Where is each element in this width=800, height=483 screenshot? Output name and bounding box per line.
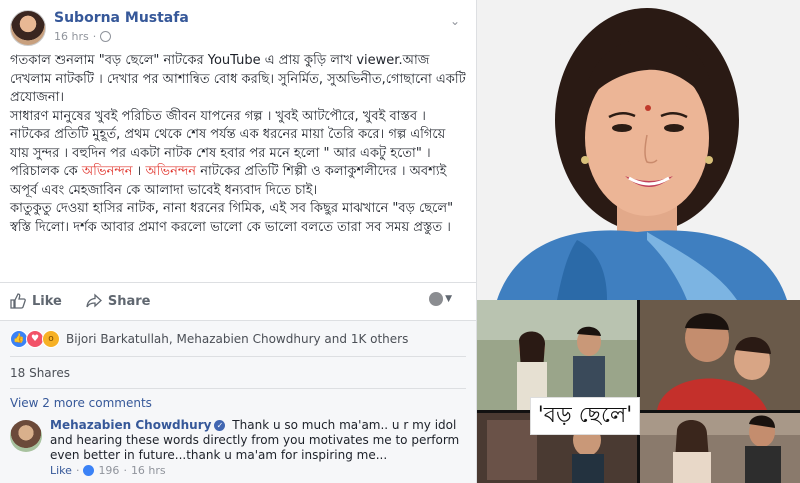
share-arrow-icon (86, 293, 102, 308)
author-avatar[interactable] (10, 10, 46, 46)
highlighted-text: অভিনন্দন (81, 164, 133, 179)
post-text-run: কাতুকুতু দেওয়া হাসির নাটক, নানা ধরনের গ… (10, 201, 454, 235)
divider (0, 320, 476, 321)
shares-count[interactable]: 18 Shares (10, 366, 70, 380)
portrait-photo (477, 0, 800, 300)
like-button[interactable]: Like (10, 293, 62, 309)
share-button[interactable]: Share (86, 293, 151, 309)
post-author-name[interactable]: Suborna Mustafa (54, 10, 189, 26)
post-text-run: গতকাল শুনলাম "বড় ছেলে" নাটকের YouTube এ… (10, 53, 466, 105)
thumbs-up-icon (10, 293, 26, 309)
post-header: Suborna Mustafa 16 hrs · ⌄ (10, 8, 470, 48)
wow-reaction-icon: o (42, 330, 60, 348)
comment-body: Mehazabien Chowdhury ✓ Thank u so much ma… (50, 418, 468, 463)
share-button-label: Share (107, 293, 151, 309)
divider (0, 282, 476, 283)
like-count-icon (83, 465, 95, 476)
reactions-names[interactable]: Bijori Barkatullah, Mehazabien Chowdhury… (66, 332, 408, 346)
comment-like-count: 196 (98, 464, 120, 477)
post-body-text: গতকাল শুনলাম "বড় ছেলে" নাটকের YouTube এ… (10, 52, 466, 237)
portrait-illustration (477, 0, 800, 300)
comment-author[interactable]: Mehazabien Chowdhury (50, 418, 211, 432)
user-mini-avatar (429, 292, 444, 306)
drama-stills-collage (477, 300, 800, 483)
verified-badge-icon: ✓ (214, 420, 226, 431)
divider (10, 356, 466, 357)
stills-illustration (477, 300, 800, 483)
post-paragraph: সাধারণ মানুষের খুবই পরিচিত জীবন যাপনের গ… (10, 108, 466, 164)
post-options-chevron-icon[interactable]: ⌄ (450, 14, 460, 28)
commenter-avatar[interactable] (10, 420, 42, 452)
comment: Mehazabien Chowdhury ✓ Thank u so much ma… (10, 418, 470, 480)
post-text-run: পরিচালক কে (10, 164, 82, 179)
post-text-run: । (132, 164, 146, 179)
chevron-down-icon: ▼ (445, 294, 452, 304)
divider (10, 388, 466, 389)
action-bar: Like Share ▼ (10, 286, 466, 316)
post-paragraph: কাতুকুতু দেওয়া হাসির নাটক, নানা ধরনের গ… (10, 200, 466, 237)
post-meta: 16 hrs · (54, 30, 112, 43)
reaction-as-selector[interactable]: ▼ (429, 292, 452, 306)
post-paragraph: গতকাল শুনলাম "বড় ছেলে" নাটকের YouTube এ… (10, 52, 466, 108)
post-text-run: সাধারণ মানুষের খুবই পরিচিত জীবন যাপনের গ… (10, 108, 446, 161)
reactions-summary[interactable]: 👍 ♥ o Bijori Barkatullah, Mehazabien Cho… (10, 330, 408, 348)
highlighted-text: অভিনন্দন (145, 164, 197, 179)
comment-actions: Like · 196 · 16 hrs (50, 464, 166, 477)
drama-title-card: 'বড় ছেলে' (530, 397, 640, 435)
like-button-label: Like (32, 293, 62, 309)
post-paragraph: পরিচালক কে অভিনন্দন । অভিনন্দন নাটকের প্… (10, 163, 466, 200)
comment-like-link[interactable]: Like (50, 464, 72, 477)
globe-icon (100, 31, 112, 42)
facebook-post: Suborna Mustafa 16 hrs · ⌄ গতকাল শুনলাম … (0, 0, 477, 483)
comment-timestamp[interactable]: 16 hrs (131, 464, 166, 477)
view-more-comments-link[interactable]: View 2 more comments (10, 396, 152, 410)
post-timestamp[interactable]: 16 hrs (54, 30, 89, 43)
